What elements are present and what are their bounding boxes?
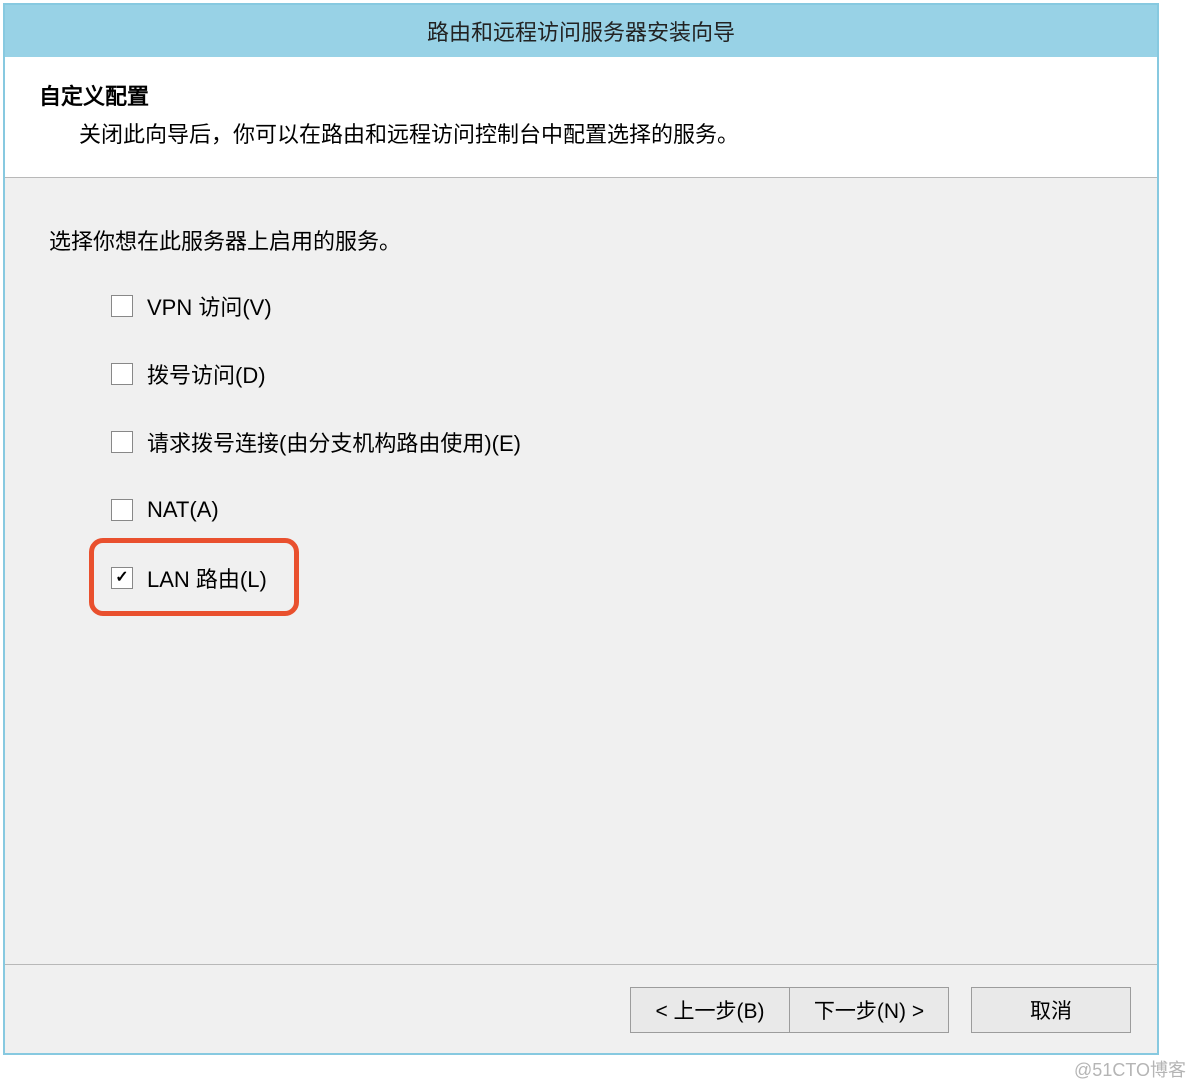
checkbox-icon[interactable] xyxy=(111,363,133,385)
option-demand-dial[interactable]: 请求拨号连接(由分支机构路由使用)(E) xyxy=(111,426,1113,458)
wizard-window: 路由和远程访问服务器安装向导 自定义配置 关闭此向导后，你可以在路由和远程访问控… xyxy=(3,3,1159,1055)
options-group: VPN 访问(V) 拨号访问(D) 请求拨号连接(由分支机构路由使用)(E) N… xyxy=(49,286,1113,594)
option-label: NAT(A) xyxy=(147,497,219,523)
wizard-footer: < 上一步(B) 下一步(N) > 取消 xyxy=(5,965,1157,1053)
option-label: LAN 路由(L) xyxy=(147,562,267,594)
next-button[interactable]: 下一步(N) > xyxy=(789,987,949,1033)
titlebar: 路由和远程访问服务器安装向导 xyxy=(5,5,1157,57)
option-dialup-access[interactable]: 拨号访问(D) xyxy=(111,358,1113,390)
back-button[interactable]: < 上一步(B) xyxy=(630,987,790,1033)
checkbox-icon[interactable] xyxy=(111,567,133,589)
option-nat[interactable]: NAT(A) xyxy=(111,494,1113,526)
window-title: 路由和远程访问服务器安装向导 xyxy=(427,15,735,47)
option-lan-routing[interactable]: LAN 路由(L) xyxy=(111,562,1113,594)
option-label: VPN 访问(V) xyxy=(147,290,272,322)
option-label: 请求拨号连接(由分支机构路由使用)(E) xyxy=(147,426,521,458)
cancel-button[interactable]: 取消 xyxy=(971,987,1131,1033)
option-label: 拨号访问(D) xyxy=(147,358,266,390)
page-description: 关闭此向导后，你可以在路由和远程访问控制台中配置选择的服务。 xyxy=(39,117,1123,149)
checkbox-icon[interactable] xyxy=(111,431,133,453)
watermark-text: @51CTO博客 xyxy=(1074,1056,1186,1082)
checkbox-icon[interactable] xyxy=(111,295,133,317)
option-vpn-access[interactable]: VPN 访问(V) xyxy=(111,290,1113,322)
instruction-text: 选择你想在此服务器上启用的服务。 xyxy=(49,224,1113,256)
checkbox-icon[interactable] xyxy=(111,499,133,521)
wizard-header: 自定义配置 关闭此向导后，你可以在路由和远程访问控制台中配置选择的服务。 xyxy=(5,57,1157,178)
wizard-body: 选择你想在此服务器上启用的服务。 VPN 访问(V) 拨号访问(D) 请求拨号连… xyxy=(5,178,1157,964)
page-title: 自定义配置 xyxy=(39,79,1123,111)
